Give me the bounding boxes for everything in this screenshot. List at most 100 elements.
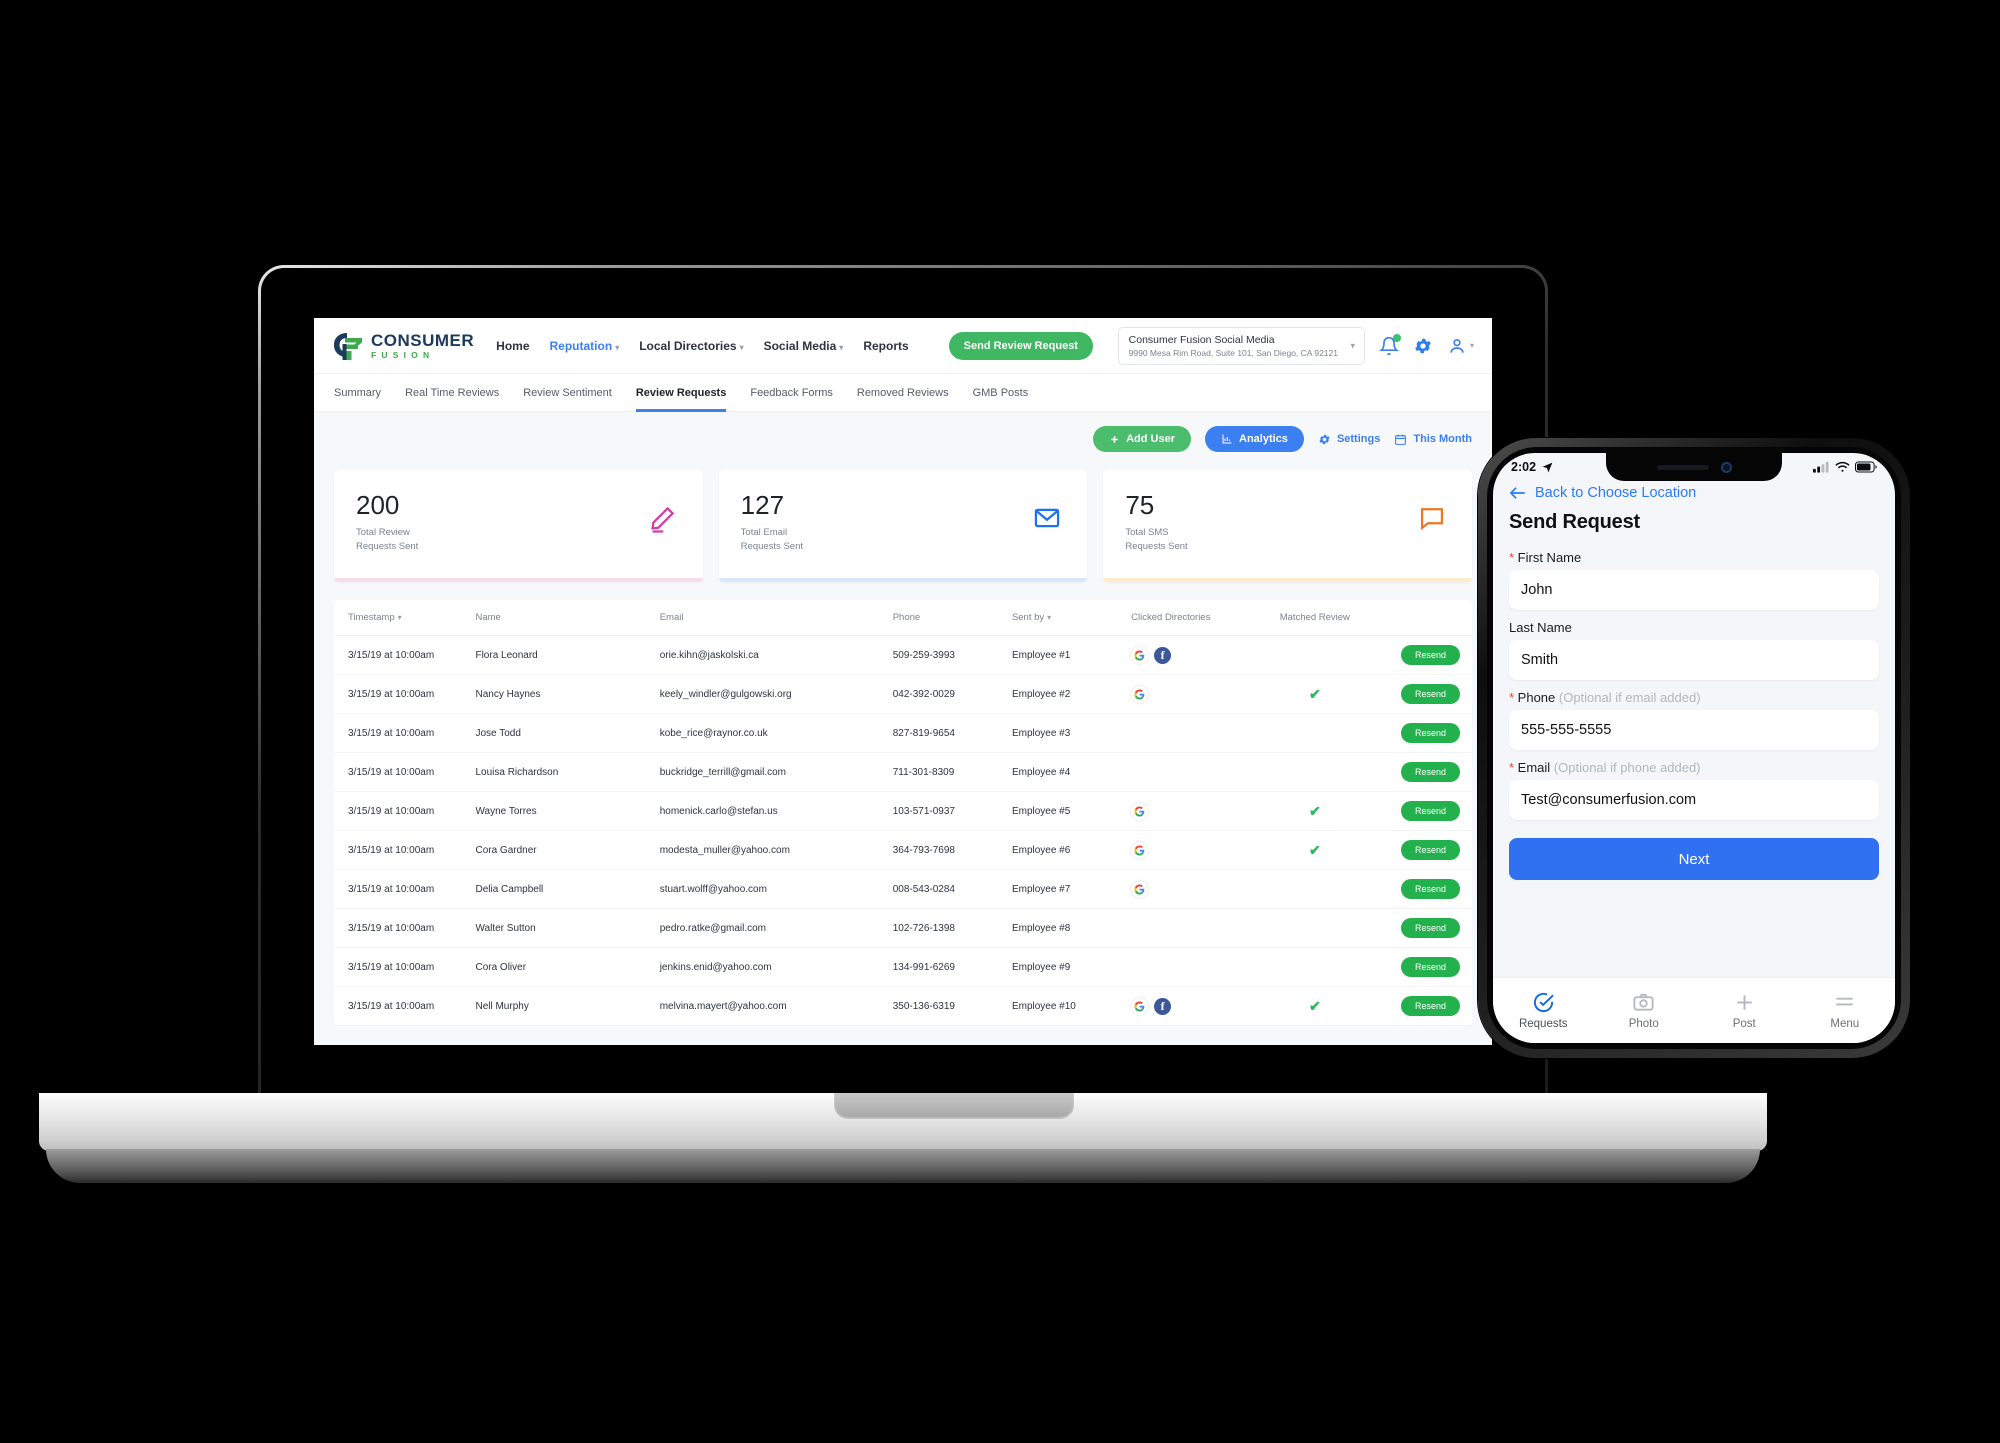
- tab-removed-reviews[interactable]: Removed Reviews: [857, 374, 949, 412]
- settings-link[interactable]: Settings: [1318, 433, 1380, 446]
- google-icon: [1131, 997, 1149, 1015]
- stat-value: 75: [1125, 490, 1155, 520]
- cell-phone: 364-793-7698: [886, 830, 1006, 870]
- table-row: 3/15/19 at 10:00am Wayne Torres homenick.c…: [334, 791, 1472, 831]
- analytics-button[interactable]: Analytics: [1205, 426, 1304, 452]
- date-range-selector[interactable]: This Month: [1394, 433, 1472, 446]
- brand-logo[interactable]: CONSUMER FUSION: [332, 331, 474, 361]
- location-selector[interactable]: Consumer Fusion Social Media 9990 Mesa R…: [1117, 326, 1365, 365]
- resend-button[interactable]: Resend: [1400, 801, 1460, 821]
- back-to-choose-location-link[interactable]: Back to Choose Location: [1493, 481, 1895, 503]
- header-label: Timestamp: [348, 612, 395, 623]
- check-icon: ✔: [1308, 841, 1321, 858]
- cell-clicked-directories: [1125, 713, 1256, 753]
- google-icon: [1131, 685, 1149, 703]
- cell-phone: 042-392-0029: [886, 674, 1006, 714]
- cell-matched-review: [1255, 752, 1375, 792]
- field-input[interactable]: Smith: [1509, 640, 1879, 680]
- gear-icon: [1319, 434, 1330, 444]
- cell-matched-review: ✔: [1255, 674, 1375, 714]
- cell-phone: 350-136-6319: [886, 986, 1006, 1026]
- sort-chevron-icon: ▾: [1047, 613, 1052, 622]
- chevron-down-icon: ▾: [615, 342, 620, 352]
- resend-button[interactable]: Resend: [1400, 879, 1460, 899]
- tab-feedback-forms[interactable]: Feedback Forms: [750, 374, 833, 412]
- cell-phone: 008-543-0284: [886, 869, 1006, 909]
- form-field-email: * Email (Optional if phone added) Test@co…: [1493, 750, 1895, 820]
- column-header-matched-review: Matched Review: [1255, 600, 1375, 636]
- required-asterisk: *: [1509, 550, 1515, 565]
- field-input[interactable]: Test@consumerfusion.com: [1509, 780, 1879, 820]
- add-user-button[interactable]: Add User: [1093, 426, 1192, 452]
- column-header-sent-by[interactable]: Sent by ▾: [1005, 600, 1126, 636]
- tab-photo[interactable]: Photo: [1594, 991, 1695, 1030]
- table-row: 3/15/19 at 10:00am Nell Murphy melvina.may…: [334, 986, 1472, 1026]
- nav-item-social-media[interactable]: Social Media ▾: [764, 339, 844, 353]
- notification-badge: [1392, 333, 1401, 342]
- nav-item-local-directories[interactable]: Local Directories ▾: [639, 339, 743, 353]
- nav-item-reputation[interactable]: Reputation ▾: [550, 339, 620, 353]
- user-menu-button[interactable]: ▾: [1447, 336, 1474, 356]
- notifications-button[interactable]: [1378, 333, 1401, 356]
- phone-notch: [1606, 453, 1782, 481]
- cell-phone: 102-726-1398: [886, 908, 1006, 948]
- cell-email: jenkins.enid@yahoo.com: [653, 947, 887, 987]
- cell-matched-review: ✔: [1255, 830, 1375, 870]
- cell-matched-review: [1255, 947, 1375, 987]
- tab-summary[interactable]: Summary: [334, 374, 381, 412]
- header-label: Sent by: [1011, 612, 1045, 623]
- laptop-base-notch: [834, 1093, 1074, 1119]
- column-header-timestamp[interactable]: Timestamp ▾: [334, 600, 470, 636]
- nav-label: Local Directories: [639, 338, 737, 353]
- cell-sent-by: Employee #1: [1005, 635, 1126, 675]
- location-address: 9990 Mesa Rim Road, Suite 101, San Diego…: [1128, 347, 1338, 358]
- resend-button[interactable]: Resend: [1400, 918, 1460, 938]
- calendar-icon: [1395, 434, 1407, 445]
- cell-phone: 711-301-8309: [886, 752, 1006, 792]
- required-asterisk: *: [1509, 690, 1515, 705]
- resend-button[interactable]: Resend: [1400, 957, 1460, 977]
- app-navbar: CONSUMER FUSION Home Reputation ▾ Local D…: [314, 318, 1492, 374]
- brand-name-primary: CONSUMER: [371, 330, 475, 350]
- next-button[interactable]: Next: [1509, 838, 1879, 880]
- cell-matched-review: ✔: [1255, 791, 1375, 831]
- tab-review-sentiment[interactable]: Review Sentiment: [523, 374, 612, 412]
- field-input[interactable]: 555-555-5555: [1509, 710, 1879, 750]
- hamburger-icon: [1836, 997, 1853, 1006]
- resend-button[interactable]: Resend: [1400, 996, 1460, 1016]
- tab-menu[interactable]: Menu: [1795, 991, 1896, 1030]
- resend-button[interactable]: Resend: [1400, 762, 1460, 782]
- date-range-label: This Month: [1413, 433, 1472, 445]
- earpiece-speaker: [1656, 464, 1709, 470]
- phone-page-title: Send Request: [1509, 511, 1640, 533]
- user-icon: [1450, 338, 1464, 353]
- cell-actions: Resend: [1374, 830, 1472, 870]
- cell-matched-review: [1255, 713, 1375, 753]
- tab-label: Menu: [1830, 1018, 1860, 1030]
- resend-button[interactable]: Resend: [1400, 723, 1460, 743]
- nav-item-home[interactable]: Home: [496, 339, 529, 353]
- resend-button[interactable]: Resend: [1400, 840, 1460, 860]
- resend-button[interactable]: Resend: [1400, 684, 1460, 704]
- chevron-down-icon: ▾: [839, 342, 844, 352]
- field-input[interactable]: John: [1509, 570, 1879, 610]
- send-review-request-button[interactable]: Send Review Request: [948, 331, 1093, 360]
- sort-chevron-icon: ▾: [397, 613, 402, 622]
- tab-real-time-reviews[interactable]: Real Time Reviews: [405, 374, 499, 412]
- settings-button[interactable]: [1413, 336, 1433, 356]
- cell-name: Nell Murphy: [469, 986, 654, 1026]
- card-accent-bar: [334, 578, 703, 582]
- cell-actions: Resend: [1374, 713, 1472, 753]
- cell-name: Nancy Haynes: [469, 674, 654, 714]
- tab-gmb-posts[interactable]: GMB Posts: [973, 374, 1029, 412]
- cell-timestamp: 3/15/19 at 10:00am: [334, 830, 470, 870]
- resend-button[interactable]: Resend: [1400, 645, 1460, 665]
- nav-item-reports[interactable]: Reports: [863, 339, 908, 353]
- field-hint: (Optional if email added): [1558, 690, 1701, 705]
- tab-post[interactable]: Post: [1694, 991, 1795, 1030]
- tab-requests[interactable]: Requests: [1493, 991, 1594, 1030]
- tab-review-requests[interactable]: Review Requests: [635, 374, 727, 412]
- form-field-first-name: * First Name John: [1493, 540, 1895, 610]
- cell-email: stuart.wolff@yahoo.com: [653, 869, 887, 909]
- cell-matched-review: [1255, 869, 1375, 909]
